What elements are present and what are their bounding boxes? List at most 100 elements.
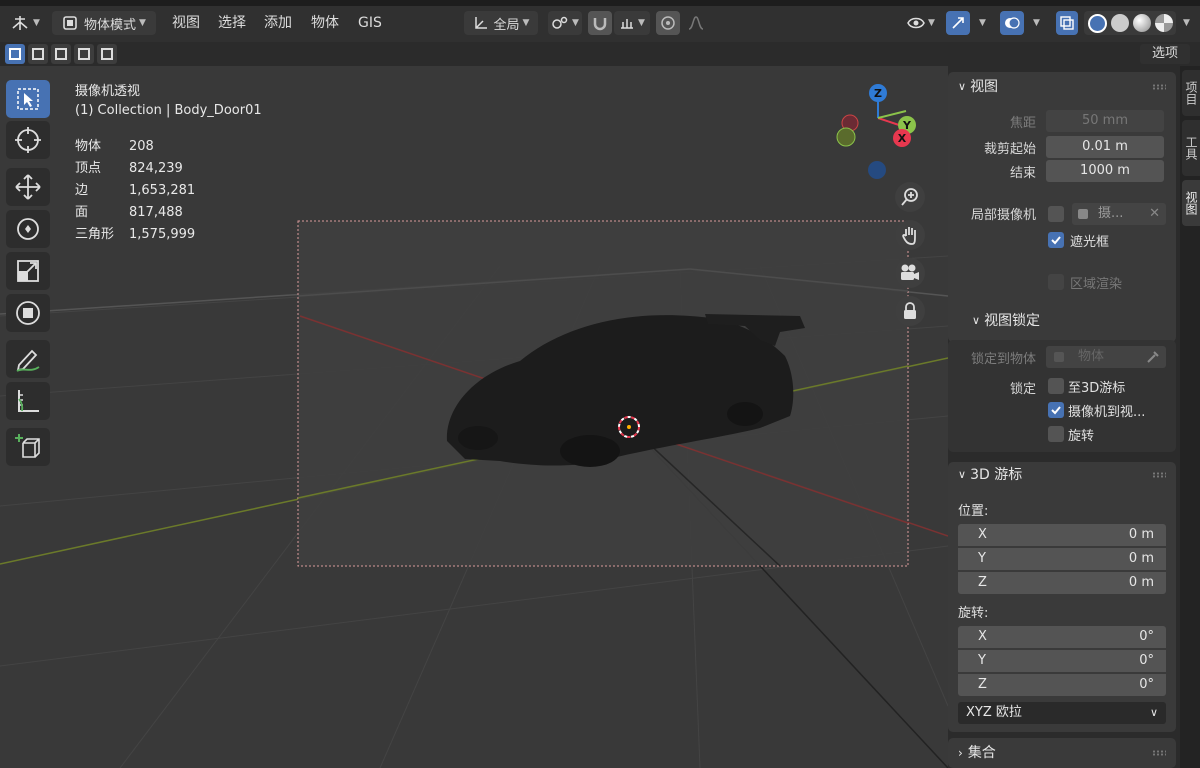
menu-add[interactable]: 添加 <box>260 11 296 35</box>
cursor-location-x[interactable]: X 0 m <box>958 524 1166 546</box>
stat-row-triangles: 三角形 1,575,999 <box>75 227 196 242</box>
rendered-shading-icon[interactable] <box>1154 14 1173 32</box>
select-subtract-button[interactable] <box>51 44 71 64</box>
3d-cursor-header[interactable]: ∨ 3D 游标 <box>958 464 1022 486</box>
chevron-down-icon: ∨ <box>958 80 967 93</box>
collection-header[interactable]: › 集合 <box>958 742 996 764</box>
tab-tool[interactable]: 工具 <box>1182 120 1200 176</box>
menu-view[interactable]: 视图 <box>168 11 204 35</box>
camera-to-view-checkbox[interactable] <box>1048 402 1064 418</box>
rotate-tool[interactable] <box>6 210 50 248</box>
lock-camera-button[interactable] <box>895 296 925 326</box>
object-icon <box>1054 352 1064 362</box>
lock-label: 锁定 <box>1009 382 1036 397</box>
select-box-icon <box>9 48 21 60</box>
chevron-down-icon: ∨ <box>972 314 981 327</box>
lock-rotation-checkbox[interactable] <box>1048 426 1064 442</box>
clear-icon[interactable]: ✕ <box>1149 203 1160 225</box>
gizmo-toggle[interactable] <box>946 11 970 35</box>
transform-tool[interactable] <box>6 294 50 332</box>
tab-item[interactable]: 项目 <box>1182 70 1200 116</box>
xray-toggle[interactable] <box>1056 11 1078 35</box>
select-extend-button[interactable] <box>28 44 48 64</box>
falloff-button[interactable] <box>684 11 708 35</box>
3d-viewport[interactable]: 摄像机透视 (1) Collection | Body_Door01 物体 208… <box>0 66 948 768</box>
gizmo-x-label: X <box>898 132 907 145</box>
chevron-down-icon[interactable]: ▼ <box>1183 18 1190 28</box>
editor-type-button[interactable]: ▼ <box>6 11 44 35</box>
mode-label: 物体模式 <box>84 17 137 33</box>
material-shading-icon[interactable] <box>1132 14 1151 32</box>
menu-select[interactable]: 选择 <box>214 11 250 35</box>
location-label: 位置: <box>958 504 989 519</box>
shading-selector[interactable] <box>1084 11 1176 35</box>
chevron-down-icon: ▼ <box>139 18 146 28</box>
proportional-edit-toggle[interactable] <box>656 11 680 35</box>
annotate-tool[interactable] <box>6 340 50 378</box>
rotation-mode-select[interactable]: XYZ 欧拉 ∨ <box>958 702 1166 724</box>
zoom-button[interactable] <box>895 182 925 212</box>
lock-to-cursor-checkbox[interactable] <box>1048 378 1064 394</box>
drag-handle-icon[interactable] <box>1152 84 1166 90</box>
focal-length-field[interactable]: 50 mm <box>1046 110 1164 132</box>
view-lock-header[interactable]: ∨ 视图锁定 <box>972 310 1040 332</box>
drag-handle-icon[interactable] <box>1152 472 1166 478</box>
snap-target-button[interactable]: ▼ <box>614 11 650 35</box>
check-icon <box>1051 406 1061 415</box>
stat-row-vertices: 顶点 824,239 <box>75 161 183 176</box>
visibility-button[interactable]: ▼ <box>902 11 940 35</box>
clip-start-field[interactable]: 0.01 m <box>1046 136 1164 158</box>
properties-sidebar: ∨ 视图 焦距 50 mm 裁剪起始 0.01 m 结束 1000 m 局部摄像… <box>948 66 1180 768</box>
region-render-checkbox[interactable] <box>1048 274 1064 290</box>
cursor-tool[interactable] <box>6 121 50 159</box>
scale-tool[interactable] <box>6 252 50 290</box>
select-intersect-button[interactable] <box>97 44 117 64</box>
select-invert-button[interactable] <box>74 44 94 64</box>
chevron-down-icon: ▼ <box>522 18 530 28</box>
cursor-location-y[interactable]: Y 0 m <box>958 548 1166 570</box>
view-panel-header[interactable]: ∨ 视图 <box>958 76 998 98</box>
menu-object[interactable]: 物体 <box>307 11 343 35</box>
mode-selector[interactable]: 物体模式 ▼ <box>52 11 156 35</box>
cursor-location-z[interactable]: Z 0 m <box>958 572 1166 594</box>
region-render-label: 区域渲染 <box>1070 277 1123 292</box>
lock-rotation-label: 旋转 <box>1068 429 1095 444</box>
move-tool[interactable] <box>6 168 50 206</box>
measure-tool[interactable] <box>6 382 50 420</box>
gizmo-icon <box>952 17 964 29</box>
snap-toggle[interactable] <box>588 11 612 35</box>
zoom-in-icon <box>901 188 918 206</box>
lock-to-object-field[interactable]: 物体 <box>1046 346 1166 368</box>
pencil-icon <box>16 349 40 372</box>
passepartout-checkbox[interactable] <box>1048 232 1064 248</box>
camera-view-button[interactable] <box>895 258 925 288</box>
local-camera-field[interactable]: 摄... ✕ <box>1072 203 1166 225</box>
focal-length-label: 焦距 <box>1009 116 1036 131</box>
cursor-rotation-z[interactable]: Z 0° <box>958 674 1166 696</box>
add-cube-tool[interactable] <box>6 428 50 466</box>
drag-handle-icon[interactable] <box>1152 750 1166 756</box>
chevron-down-icon[interactable]: ▼ <box>979 18 986 28</box>
solid-shading-icon[interactable] <box>1110 14 1129 32</box>
wireframe-shading-icon[interactable] <box>1087 13 1107 33</box>
pan-button[interactable] <box>895 220 925 250</box>
menu-gis[interactable]: GIS <box>354 11 386 35</box>
navigation-gizmo[interactable]: Z Y X <box>828 80 928 186</box>
tab-view[interactable]: 视图 <box>1182 180 1200 226</box>
local-camera-checkbox[interactable] <box>1048 206 1064 222</box>
move-arrows-icon <box>15 174 41 200</box>
chevron-down-icon[interactable]: ▼ <box>1033 18 1040 28</box>
overlays-toggle[interactable] <box>1000 11 1024 35</box>
transform-orientation-selector[interactable]: 全局 ▼ <box>464 11 538 35</box>
select-subtract-icon <box>55 48 67 60</box>
pivot-point-button[interactable]: ▼ <box>548 11 582 35</box>
cursor-rotation-y[interactable]: Y 0° <box>958 650 1166 672</box>
rotation-label: 旋转: <box>958 606 989 621</box>
select-new-button[interactable] <box>5 44 25 64</box>
eyedropper-icon[interactable] <box>1146 350 1160 364</box>
select-box-tool[interactable] <box>6 80 50 118</box>
select-intersect-icon <box>101 48 113 60</box>
options-dropdown[interactable]: 选项 <box>1140 44 1190 64</box>
cursor-rotation-x[interactable]: X 0° <box>958 626 1166 648</box>
clip-end-field[interactable]: 1000 m <box>1046 160 1164 182</box>
